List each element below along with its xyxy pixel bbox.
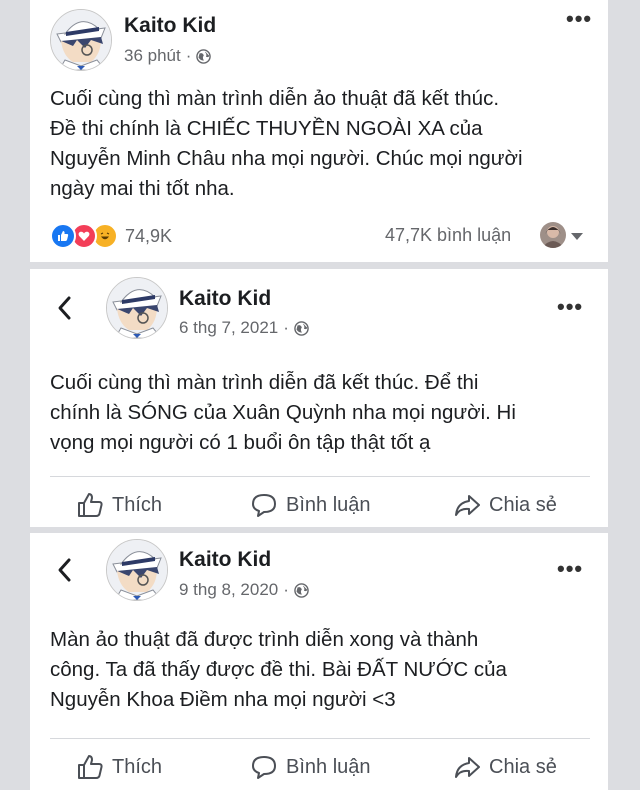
more-options-icon[interactable]: •••	[557, 296, 583, 318]
post-text: Cuối cùng thì màn trình diễn đã kết thúc…	[50, 371, 516, 454]
comment-count[interactable]: 47,7K bình luận	[385, 225, 511, 246]
post-meta: 36 phút ·	[124, 46, 212, 66]
share-label: Chia sẻ	[489, 493, 557, 516]
globe-icon	[196, 48, 212, 64]
reactions-summary[interactable]: 74,9K	[50, 223, 172, 249]
meta-separator: ·	[185, 46, 192, 65]
thumbs-up-icon	[78, 755, 103, 779]
meta-separator: ·	[283, 318, 289, 337]
share-arrow-icon	[455, 495, 480, 516]
author-name[interactable]: Kaito Kid	[179, 548, 271, 572]
meta-separator: ·	[283, 580, 289, 599]
post-time[interactable]: 36 phút	[124, 46, 181, 66]
post-card-1: Kaito Kid 36 phút · ••• Cuối cùng thì mà…	[30, 0, 608, 262]
more-options-icon[interactable]: •••	[557, 558, 583, 580]
comment-label: Bình luận	[286, 755, 371, 778]
post-meta: 6 thg 7, 2021 ·	[179, 318, 309, 338]
like-label: Thích	[112, 755, 163, 778]
avatar[interactable]	[50, 9, 112, 71]
avatar[interactable]	[106, 539, 168, 601]
share-label: Chia sẻ	[489, 755, 557, 778]
like-label: Thích	[112, 493, 163, 516]
action-bar: Thích Bình luận Chia sẻ	[30, 753, 608, 785]
post-text: Cuối cùng thì màn trình diễn ảo thuật đã…	[50, 87, 523, 200]
comment-bubble-icon	[252, 756, 276, 779]
like-button[interactable]: Thích	[76, 753, 162, 781]
comment-button[interactable]: Bình luận	[250, 491, 371, 519]
share-arrow-icon	[455, 757, 480, 778]
post-meta: 9 thg 8, 2020 ·	[179, 580, 309, 600]
share-button[interactable]: Chia sẻ	[453, 491, 557, 519]
thumbs-up-icon	[78, 493, 103, 517]
comment-label: Bình luận	[286, 493, 371, 516]
post-card-2: Kaito Kid 6 thg 7, 2021 · ••• Cuối cùng …	[30, 269, 608, 527]
comment-bubble-icon	[252, 494, 276, 517]
reaction-count: 74,9K	[125, 225, 173, 246]
audience-dropdown-icon[interactable]	[571, 233, 583, 240]
kaito-kid-avatar-icon	[51, 10, 111, 70]
commenter-avatar[interactable]	[540, 222, 566, 248]
share-button[interactable]: Chia sẻ	[453, 753, 557, 781]
post-text: Màn ảo thuật đã được trình diễn xong và …	[50, 628, 507, 711]
post-time[interactable]: 9 thg 8, 2020	[179, 580, 278, 600]
like-reaction-icon	[50, 223, 76, 249]
kaito-kid-avatar-icon	[107, 540, 167, 600]
avatar[interactable]	[106, 277, 168, 339]
comment-button[interactable]: Bình luận	[250, 753, 371, 781]
globe-icon	[294, 582, 309, 598]
divider	[50, 476, 590, 477]
post-card-3: Kaito Kid 9 thg 8, 2020 · ••• Màn ảo thu…	[30, 533, 608, 790]
back-arrow-icon[interactable]	[56, 556, 74, 584]
divider	[50, 738, 590, 739]
like-button[interactable]: Thích	[76, 491, 162, 519]
back-arrow-icon[interactable]	[56, 294, 74, 322]
author-name[interactable]: Kaito Kid	[124, 14, 216, 38]
post-time[interactable]: 6 thg 7, 2021	[179, 318, 278, 338]
kaito-kid-avatar-icon	[107, 278, 167, 338]
action-bar: Thích Bình luận Chia sẻ	[30, 491, 608, 523]
more-options-icon[interactable]: •••	[566, 8, 592, 30]
author-name[interactable]: Kaito Kid	[179, 287, 271, 311]
globe-icon	[294, 320, 309, 336]
